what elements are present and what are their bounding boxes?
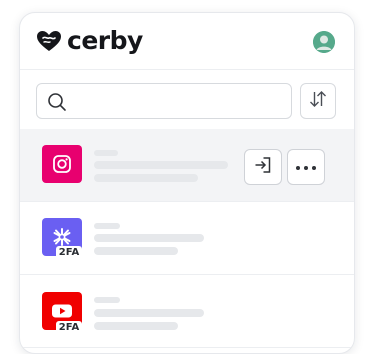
heart-icon [36, 30, 62, 52]
placeholder-line [94, 309, 204, 317]
account-row[interactable]: 2FA [20, 202, 354, 275]
search-input[interactable] [73, 90, 277, 114]
placeholder-line [94, 161, 228, 169]
2fa-badge: 2FA [56, 321, 82, 334]
placeholder-line [94, 174, 198, 182]
placeholder-line [94, 234, 204, 242]
placeholder-line [94, 297, 120, 303]
placeholder-line [94, 247, 178, 255]
search-icon [47, 92, 67, 117]
placeholder-line [94, 223, 120, 229]
header: cerby [20, 13, 354, 70]
more-icon [295, 158, 317, 176]
brand-name: cerby [67, 26, 143, 55]
brand-logo: cerby [36, 27, 143, 55]
sign-in-icon [253, 155, 273, 180]
sort-button[interactable] [300, 83, 336, 119]
search-field[interactable] [36, 83, 292, 119]
placeholder-line [94, 150, 118, 156]
search-row [36, 83, 336, 119]
placeholder-line [94, 322, 178, 330]
instagram-icon [42, 145, 82, 183]
account-row[interactable]: 2FA [20, 275, 354, 348]
user-avatar-icon[interactable] [313, 31, 335, 53]
sign-in-button[interactable] [244, 149, 282, 185]
extension-panel: cerby 2FA 2FA [19, 12, 355, 354]
more-options-button[interactable] [287, 149, 325, 185]
2fa-badge: 2FA [56, 246, 82, 259]
account-row[interactable] [20, 129, 354, 202]
sort-arrows-icon [308, 89, 328, 114]
